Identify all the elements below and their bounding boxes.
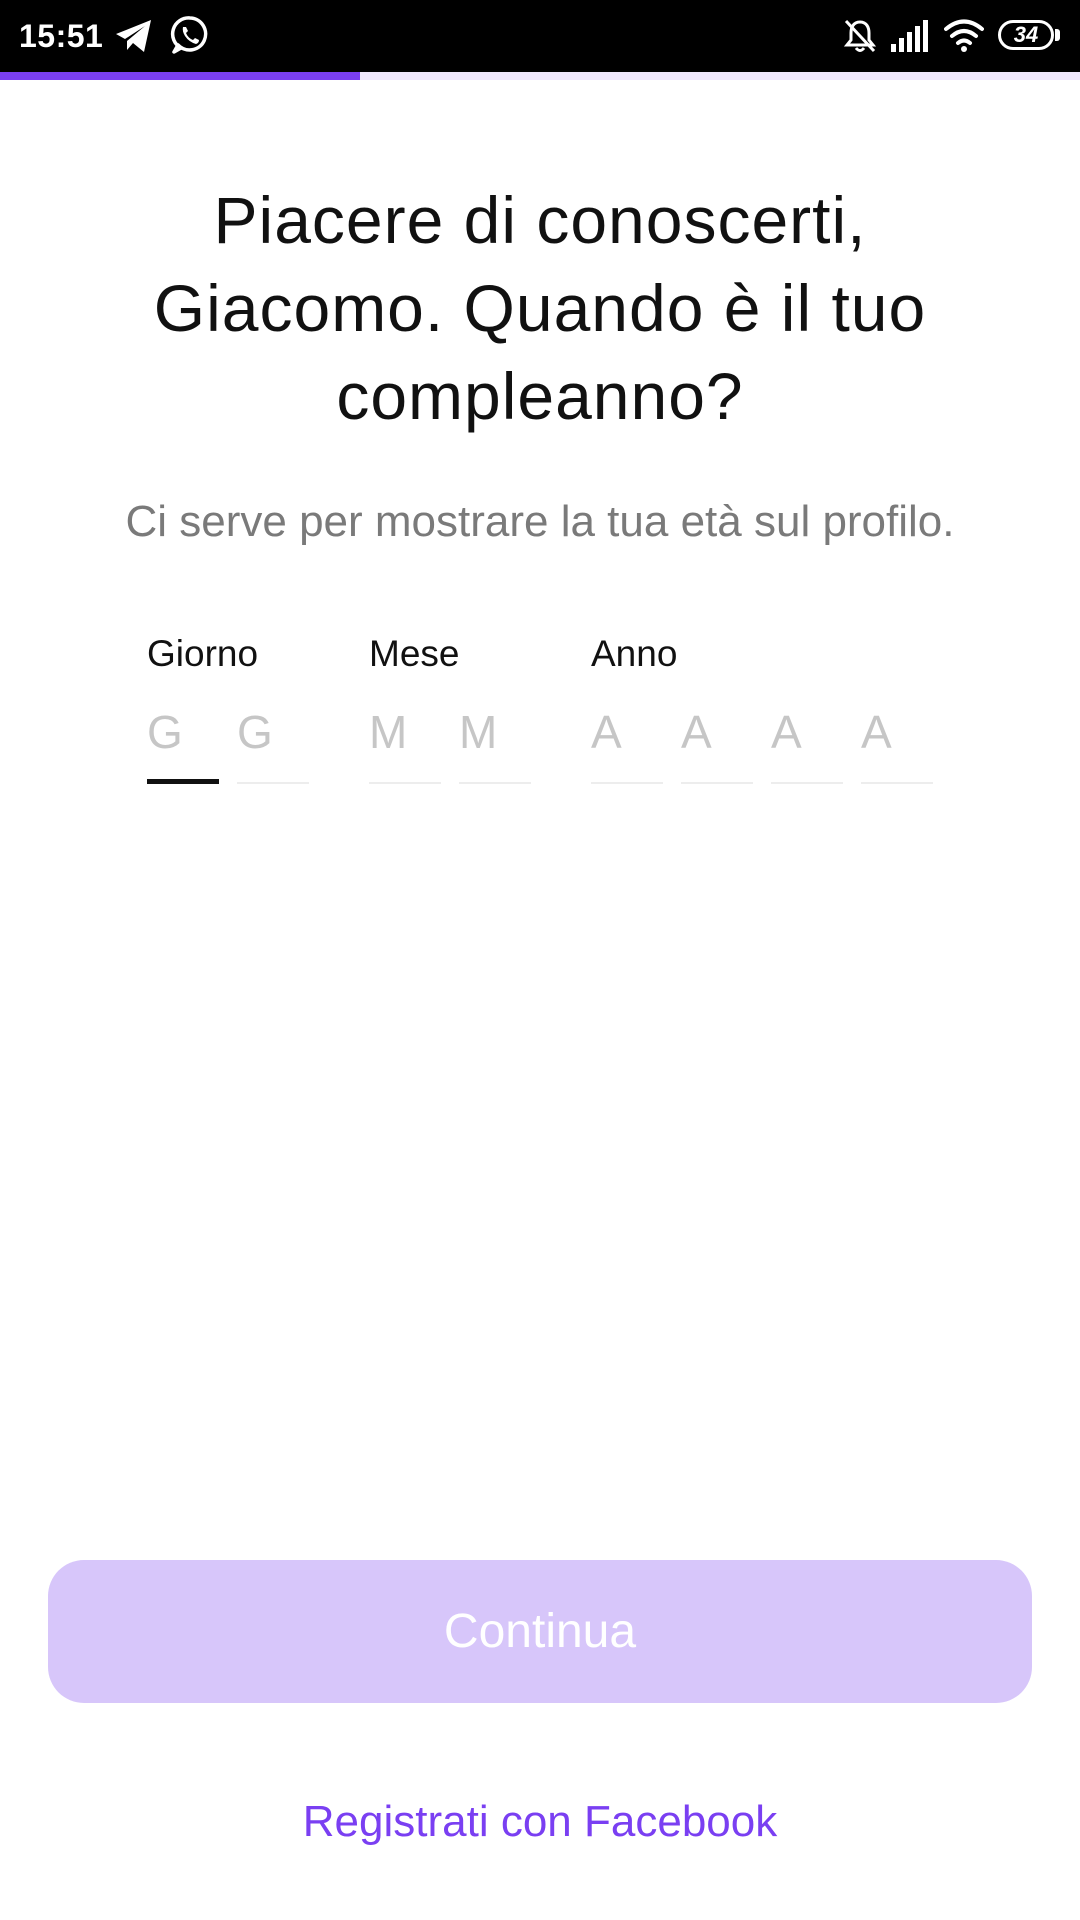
year-digit-3-placeholder: A bbox=[771, 706, 802, 758]
year-digit-3-underline bbox=[771, 782, 843, 784]
status-time: 15:51 bbox=[19, 18, 104, 54]
progress-bar bbox=[0, 72, 1080, 80]
signal-icon bbox=[891, 20, 928, 52]
day-digit-1-input[interactable]: G bbox=[147, 694, 219, 784]
day-label: Giorno bbox=[147, 633, 259, 674]
battery-level: 34 bbox=[1013, 22, 1039, 47]
year-digit-4-placeholder: A bbox=[861, 706, 892, 758]
bell-off-icon bbox=[843, 19, 877, 53]
page-subtitle: Ci serve per mostrare la tua età sul pro… bbox=[125, 497, 955, 546]
month-digit-1-placeholder: M bbox=[369, 706, 408, 758]
year-label: Anno bbox=[591, 633, 678, 674]
day-digit-1-underline bbox=[147, 779, 219, 784]
status-bar: 15:51 34 bbox=[0, 0, 1080, 72]
year-digit-1-placeholder: A bbox=[591, 706, 622, 758]
year-digit-3-input[interactable]: A bbox=[771, 694, 843, 784]
month-digit-1-underline bbox=[369, 782, 441, 784]
year-digit-2-input[interactable]: A bbox=[681, 694, 753, 784]
year-digit-4-underline bbox=[861, 782, 933, 784]
month-label: Mese bbox=[369, 633, 460, 674]
month-digit-2-placeholder: M bbox=[459, 706, 498, 758]
month-digit-2-input[interactable]: M bbox=[459, 694, 531, 784]
page-title: Piacere di conoscerti, Giacomo. Quando è… bbox=[153, 183, 927, 433]
day-digit-1-placeholder: G bbox=[147, 706, 183, 758]
battery-icon: 34 bbox=[998, 20, 1062, 50]
facebook-signup-link[interactable]: Registrati con Facebook bbox=[0, 1794, 1080, 1850]
month-digit-1-input[interactable]: M bbox=[369, 694, 441, 784]
day-digit-2-placeholder: G bbox=[237, 706, 273, 758]
continue-button[interactable]: Continua bbox=[48, 1560, 1032, 1703]
month-digit-2-underline bbox=[459, 782, 531, 784]
day-digit-2-underline bbox=[237, 782, 309, 784]
progress-fill bbox=[0, 72, 360, 80]
year-digit-1-input[interactable]: A bbox=[591, 694, 663, 784]
year-digit-4-input[interactable]: A bbox=[861, 694, 933, 784]
wifi-icon bbox=[944, 19, 984, 52]
whatsapp-icon bbox=[170, 16, 208, 54]
day-digit-2-input[interactable]: G bbox=[237, 694, 309, 784]
year-digit-1-underline bbox=[591, 782, 663, 784]
year-digit-2-placeholder: A bbox=[681, 706, 712, 758]
telegram-icon bbox=[116, 20, 151, 52]
year-digit-2-underline bbox=[681, 782, 753, 784]
